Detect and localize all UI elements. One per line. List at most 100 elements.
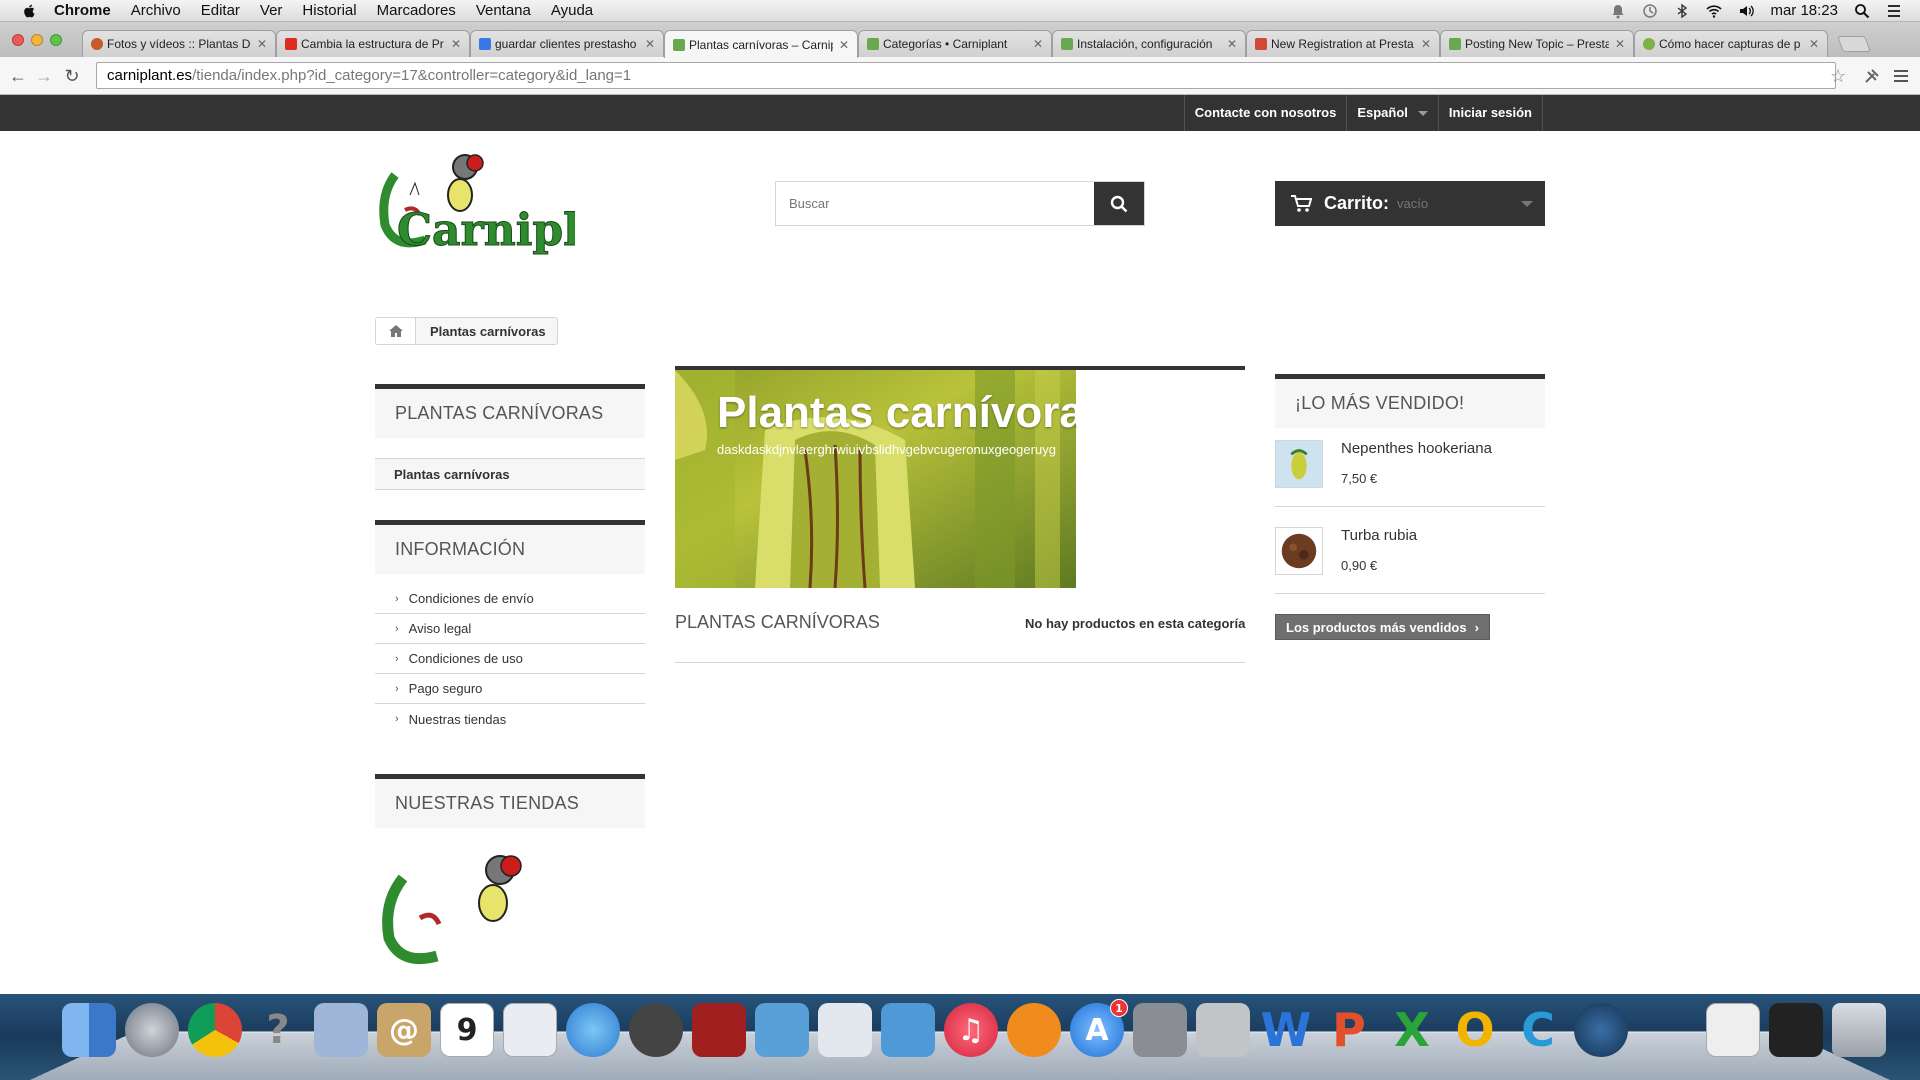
bestsellers-block-title[interactable]: ¡LO MÁS VENDIDO! xyxy=(1275,374,1545,428)
stores-carniplant-logo[interactable] xyxy=(375,848,645,988)
word-icon[interactable]: W xyxy=(1259,1003,1313,1057)
numbers-icon[interactable] xyxy=(818,1003,872,1057)
communicator-icon[interactable]: C xyxy=(1511,1003,1565,1057)
category-item[interactable]: Plantas carnívoras xyxy=(375,458,645,490)
tab-close-icon[interactable]: ✕ xyxy=(451,37,461,51)
help-icon[interactable]: ? xyxy=(251,1003,305,1057)
browser-tab[interactable]: Cómo hacer capturas de p ✕ xyxy=(1634,30,1828,57)
tab-close-icon[interactable]: ✕ xyxy=(1421,37,1431,51)
all-bestsellers-button[interactable]: Los productos más vendidos › xyxy=(1275,614,1490,640)
chrome-menu-icon[interactable] xyxy=(1892,66,1910,86)
menu-archivo[interactable]: Archivo xyxy=(131,2,181,19)
info-link[interactable]: › Nuestras tiendas xyxy=(375,704,645,734)
excel-icon[interactable]: X xyxy=(1385,1003,1439,1057)
finder-icon[interactable] xyxy=(62,1003,116,1057)
address-bar[interactable]: carniplant.es/tienda/index.php?id_catego… xyxy=(96,62,1836,89)
tab-close-icon[interactable]: ✕ xyxy=(1615,37,1625,51)
back-arrow-icon[interactable]: ← xyxy=(8,66,28,86)
app-store-icon[interactable]: A1 xyxy=(1070,999,1128,1057)
product-name[interactable]: Turba rubia xyxy=(1341,527,1417,544)
menu-app-name[interactable]: Chrome xyxy=(54,2,111,19)
extension-icon[interactable] xyxy=(1862,66,1882,86)
product-thumbnail[interactable] xyxy=(1275,527,1323,575)
browser-tab-active[interactable]: Plantas carnívoras – Carnip ✕ xyxy=(664,30,858,58)
itunes-icon[interactable]: ♫ xyxy=(944,1003,998,1057)
menu-historial[interactable]: Historial xyxy=(302,2,356,19)
mail-icon[interactable] xyxy=(314,1003,368,1057)
messages-icon[interactable] xyxy=(566,1003,620,1057)
menu-ver[interactable]: Ver xyxy=(260,2,283,19)
browser-tab[interactable]: Categorías • Carniplant ✕ xyxy=(858,30,1052,57)
screen-icon[interactable] xyxy=(1769,1003,1823,1057)
powerpoint-icon[interactable]: P xyxy=(1322,1003,1376,1057)
notes-icon[interactable] xyxy=(503,1003,557,1057)
bluetooth-icon[interactable] xyxy=(1674,3,1690,19)
utility-icon[interactable] xyxy=(1196,1003,1250,1057)
tab-close-icon[interactable]: ✕ xyxy=(645,37,655,51)
keynote-icon[interactable] xyxy=(881,1003,935,1057)
wifi-icon[interactable] xyxy=(1706,3,1723,19)
browser-tab[interactable]: New Registration at Presta ✕ xyxy=(1246,30,1440,57)
cart-button[interactable]: Carrito: vacío xyxy=(1275,181,1545,226)
notification-center-icon[interactable] xyxy=(1886,3,1902,19)
contact-link[interactable]: Contacte con nosotros xyxy=(1183,95,1347,131)
launchpad-icon[interactable] xyxy=(125,1003,179,1057)
close-window-button[interactable] xyxy=(12,34,24,46)
menu-marcadores[interactable]: Marcadores xyxy=(377,2,456,19)
language-selector[interactable]: Español xyxy=(1346,95,1438,131)
tab-close-icon[interactable]: ✕ xyxy=(257,37,267,51)
ibooks-icon[interactable] xyxy=(1007,1003,1061,1057)
new-tab-button[interactable] xyxy=(1837,36,1871,52)
breadcrumb-home[interactable] xyxy=(376,318,416,344)
tab-close-icon[interactable]: ✕ xyxy=(1809,37,1819,51)
info-link[interactable]: › Condiciones de envío xyxy=(375,584,645,614)
minimize-window-button[interactable] xyxy=(31,34,43,46)
google-favicon-icon xyxy=(479,38,491,50)
spotlight-search-icon[interactable] xyxy=(1854,3,1870,19)
system-preferences-icon[interactable] xyxy=(1133,1003,1187,1057)
archive-icon[interactable] xyxy=(1706,1003,1760,1057)
outlook-icon[interactable]: O xyxy=(1448,1003,1502,1057)
facetime-icon[interactable] xyxy=(629,1003,683,1057)
tab-close-icon[interactable]: ✕ xyxy=(839,38,849,52)
notification-bell-icon[interactable] xyxy=(1610,3,1626,19)
menu-ayuda[interactable]: Ayuda xyxy=(551,2,593,19)
chrome-icon[interactable] xyxy=(188,1003,242,1057)
info-link[interactable]: › Aviso legal xyxy=(375,614,645,644)
calendar-icon[interactable]: 9 xyxy=(440,1003,494,1057)
contacts-icon[interactable]: @ xyxy=(377,1003,431,1057)
search-input[interactable] xyxy=(776,182,1094,225)
carniplant-logo[interactable]: Carniplant xyxy=(375,145,575,285)
tab-close-icon[interactable]: ✕ xyxy=(1227,37,1237,51)
menu-editar[interactable]: Editar xyxy=(201,2,240,19)
apple-icon[interactable] xyxy=(20,3,40,19)
zoom-window-button[interactable] xyxy=(50,34,62,46)
info-link[interactable]: › Condiciones de uso xyxy=(375,644,645,674)
menu-ventana[interactable]: Ventana xyxy=(476,2,531,19)
login-link[interactable]: Iniciar sesión xyxy=(1437,95,1543,131)
logo-wordmark: Carniplant xyxy=(397,205,575,256)
stores-block-title[interactable]: NUESTRAS TIENDAS xyxy=(375,774,645,828)
browser-tab[interactable]: Instalación, configuración ✕ xyxy=(1052,30,1246,57)
forward-arrow-icon[interactable]: → xyxy=(34,66,54,86)
categories-block-title[interactable]: PLANTAS CARNÍVORAS xyxy=(375,384,645,438)
bookmark-star-icon[interactable]: ☆ xyxy=(1830,66,1846,87)
product-thumbnail[interactable] xyxy=(1275,440,1323,488)
reload-icon[interactable]: ↻ xyxy=(62,66,82,86)
trash-icon[interactable] xyxy=(1832,1003,1886,1057)
information-block-title[interactable]: INFORMACIÓN xyxy=(375,520,645,574)
photo-booth-icon[interactable] xyxy=(692,1003,746,1057)
browser-tab[interactable]: Fotos y vídeos :: Plantas De ✕ xyxy=(82,30,276,57)
product-name[interactable]: Nepenthes hookeriana xyxy=(1341,440,1492,457)
info-link[interactable]: › Pago seguro xyxy=(375,674,645,704)
steam-icon[interactable] xyxy=(1574,1003,1628,1057)
time-machine-icon[interactable] xyxy=(1642,3,1658,19)
menubar-clock[interactable]: mar 18:23 xyxy=(1770,2,1838,19)
iphoto-icon[interactable] xyxy=(755,1003,809,1057)
browser-tab[interactable]: Posting New Topic – Presta ✕ xyxy=(1440,30,1634,57)
search-button[interactable] xyxy=(1094,182,1144,225)
tab-close-icon[interactable]: ✕ xyxy=(1033,37,1043,51)
browser-tab[interactable]: guardar clientes prestasho ✕ xyxy=(470,30,664,57)
browser-tab[interactable]: Cambia la estructura de Pr ✕ xyxy=(276,30,470,57)
volume-icon[interactable] xyxy=(1738,3,1755,19)
